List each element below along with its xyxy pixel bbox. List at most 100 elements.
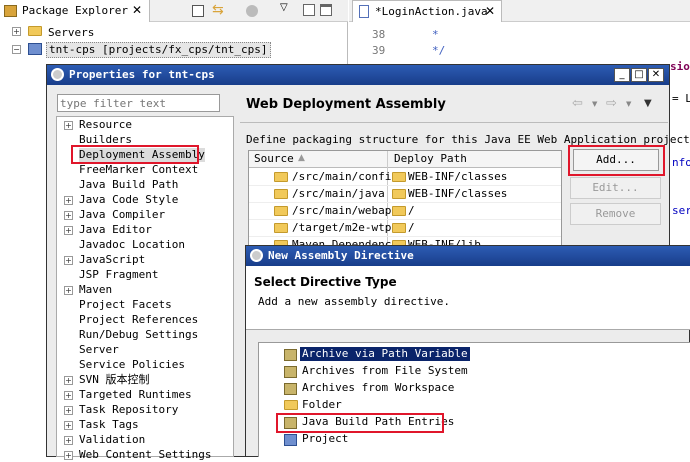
folder-icon bbox=[274, 223, 288, 233]
package-explorer-tab-label: Package Explorer bbox=[22, 4, 128, 17]
table-cell-source[interactable]: /src/main/java bbox=[292, 187, 385, 201]
close-icon[interactable]: ✕ bbox=[132, 3, 142, 17]
package-explorer-icon bbox=[4, 5, 17, 17]
row-divider bbox=[249, 202, 561, 203]
title-separator bbox=[240, 122, 668, 123]
directive-option[interactable]: Folder bbox=[300, 398, 344, 412]
java-file-icon bbox=[359, 5, 369, 18]
directive-option[interactable]: Archive via Path Variable bbox=[300, 347, 470, 361]
expand-category[interactable]: + bbox=[64, 286, 73, 295]
filter-input[interactable] bbox=[57, 94, 220, 112]
expand-category[interactable]: + bbox=[64, 211, 73, 220]
gear-icon bbox=[51, 68, 64, 81]
row-divider bbox=[249, 185, 561, 186]
link-editor-icon[interactable]: ⇆ bbox=[212, 2, 224, 18]
close-icon[interactable]: ✕ bbox=[485, 4, 495, 18]
back-menu-icon[interactable]: ▼ bbox=[592, 100, 597, 108]
folder-icon bbox=[392, 223, 406, 233]
category-item[interactable]: Server bbox=[79, 343, 119, 357]
properties-titlebar: Properties for tnt-cps bbox=[47, 65, 669, 85]
category-item[interactable]: Java Build Path bbox=[79, 178, 178, 192]
expand-category[interactable]: + bbox=[64, 421, 73, 430]
table-cell-deploy[interactable]: WEB-INF/classes bbox=[408, 170, 507, 184]
maximize-view-icon[interactable] bbox=[320, 4, 332, 16]
expand-category[interactable]: + bbox=[64, 376, 73, 385]
column-header-deploy-path[interactable]: Deploy Path bbox=[394, 152, 467, 166]
minimize-view-icon[interactable] bbox=[303, 4, 315, 16]
directive-option[interactable]: Project bbox=[300, 432, 350, 446]
directive-heading: Select Directive Type bbox=[254, 275, 397, 289]
category-item[interactable]: SVN 版本控制 bbox=[79, 373, 150, 387]
forward-menu-icon[interactable]: ▼ bbox=[626, 100, 631, 108]
category-item[interactable]: Project Facets bbox=[79, 298, 172, 312]
code-line: */ bbox=[432, 44, 446, 57]
category-item[interactable]: Service Policies bbox=[79, 358, 185, 372]
maximize-button[interactable]: □ bbox=[631, 68, 647, 82]
tree-item-project[interactable]: tnt-cps [projects/fx_cps/tnt_cps] bbox=[46, 42, 271, 58]
table-cell-source[interactable]: /target/m2e-wtp/ bbox=[292, 221, 398, 235]
editor-tab[interactable]: *LoginAction.java ✕ bbox=[352, 0, 502, 22]
expand-category[interactable]: + bbox=[64, 121, 73, 130]
category-item[interactable]: FreeMarker Context bbox=[79, 163, 198, 177]
close-button[interactable]: ✕ bbox=[648, 68, 664, 82]
project-icon bbox=[284, 434, 297, 446]
back-arrow-icon[interactable]: ⇦ bbox=[572, 96, 583, 111]
directive-option[interactable]: Archives from File System bbox=[300, 364, 470, 378]
java-build-path-highlight bbox=[276, 413, 444, 433]
line-number: 39 bbox=[372, 44, 386, 57]
package-explorer-tab[interactable]: Package Explorer ✕ bbox=[0, 0, 150, 22]
category-item[interactable]: Web Content Settings bbox=[79, 448, 211, 462]
category-item[interactable]: Task Tags bbox=[79, 418, 139, 432]
expand-category[interactable]: + bbox=[64, 451, 73, 460]
sort-ascending-icon: ▲ bbox=[298, 153, 305, 163]
page-title: Web Deployment Assembly bbox=[246, 97, 446, 112]
folder-icon bbox=[284, 400, 298, 410]
table-cell-source[interactable]: /src/main/webapp bbox=[292, 204, 398, 218]
expand-category[interactable]: + bbox=[64, 256, 73, 265]
expand-category[interactable]: + bbox=[64, 226, 73, 235]
view-menu-icon[interactable]: ▽ bbox=[280, 2, 288, 13]
view-menu-icon[interactable]: ▼ bbox=[644, 98, 652, 109]
category-item[interactable]: Run/Debug Settings bbox=[79, 328, 198, 342]
deployment-assembly-highlight bbox=[71, 145, 199, 164]
forward-arrow-icon[interactable]: ⇨ bbox=[606, 96, 617, 111]
category-item[interactable]: Java Compiler bbox=[79, 208, 165, 222]
project-icon bbox=[28, 43, 42, 55]
category-item[interactable]: JSP Fragment bbox=[79, 268, 158, 282]
minimize-button[interactable]: _ bbox=[614, 68, 630, 82]
code-line: * bbox=[432, 28, 439, 41]
gear-icon bbox=[250, 249, 263, 262]
collapse-project[interactable]: − bbox=[12, 45, 21, 54]
table-cell-source[interactable]: /src/main/config bbox=[292, 170, 398, 184]
remove-button[interactable]: Remove bbox=[570, 203, 661, 225]
table-cell-deploy[interactable]: / bbox=[408, 221, 415, 235]
category-item[interactable]: Validation bbox=[79, 433, 145, 447]
category-item[interactable]: Resource bbox=[79, 118, 132, 132]
table-cell-deploy[interactable]: WEB-INF/classes bbox=[408, 187, 507, 201]
category-item[interactable]: Javadoc Location bbox=[79, 238, 185, 252]
category-item[interactable]: Java Code Style bbox=[79, 193, 178, 207]
folder-icon bbox=[274, 172, 288, 182]
filter-icon[interactable] bbox=[246, 5, 258, 17]
code-fragment: sio bbox=[670, 60, 690, 73]
expand-category[interactable]: + bbox=[64, 391, 73, 400]
expand-servers[interactable]: + bbox=[12, 27, 21, 36]
category-item[interactable]: Task Repository bbox=[79, 403, 178, 417]
collapse-all-icon[interactable] bbox=[192, 5, 204, 17]
column-header-source[interactable]: Source bbox=[254, 152, 294, 166]
table-cell-deploy[interactable]: / bbox=[408, 204, 415, 218]
expand-category[interactable]: + bbox=[64, 196, 73, 205]
expand-category[interactable]: + bbox=[64, 436, 73, 445]
category-item[interactable]: JavaScript bbox=[79, 253, 145, 267]
category-item[interactable]: Maven bbox=[79, 283, 112, 297]
expand-category[interactable]: + bbox=[64, 406, 73, 415]
jar-icon bbox=[284, 349, 297, 361]
tree-item-servers[interactable]: Servers bbox=[48, 26, 94, 40]
code-fragment: ser bbox=[672, 204, 690, 217]
category-item[interactable]: Java Editor bbox=[79, 223, 152, 237]
directive-option[interactable]: Archives from Workspace bbox=[300, 381, 456, 395]
line-number: 38 bbox=[372, 28, 386, 41]
category-item[interactable]: Targeted Runtimes bbox=[79, 388, 192, 402]
category-item[interactable]: Project References bbox=[79, 313, 198, 327]
edit-button[interactable]: Edit... bbox=[570, 177, 661, 199]
